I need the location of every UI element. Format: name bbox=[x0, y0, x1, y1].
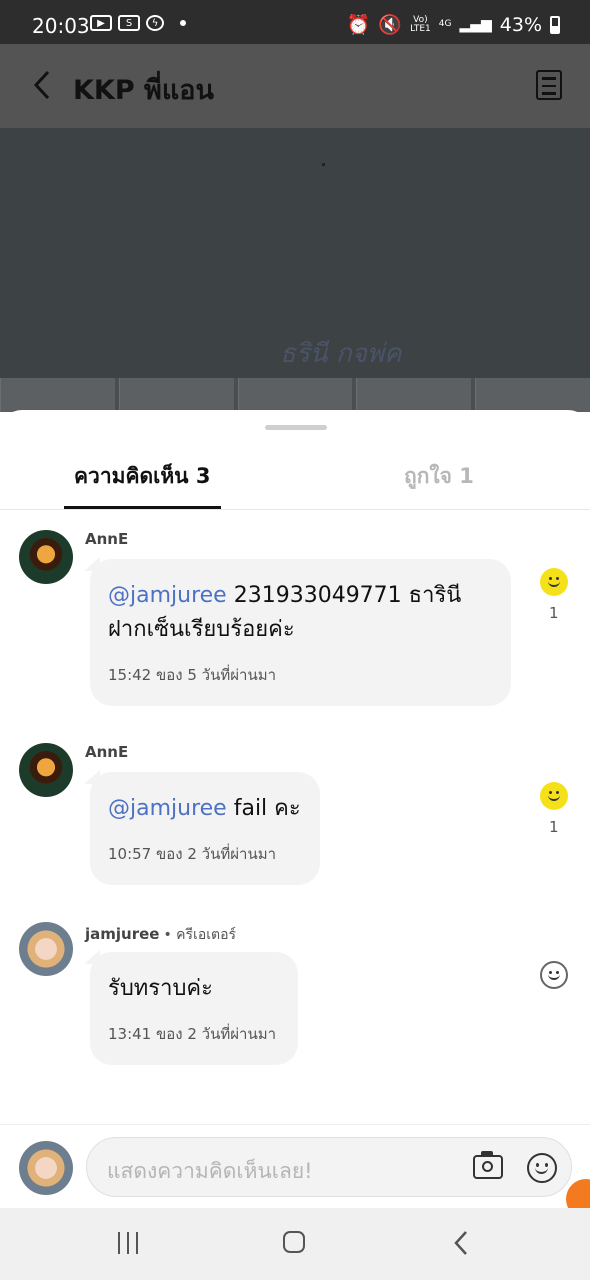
comment-bubble[interactable]: @jamjuree 231933049771 ธารินี ฝากเซ็นเรี… bbox=[84, 557, 511, 706]
thumbnail[interactable] bbox=[356, 378, 472, 412]
emoji-icon[interactable] bbox=[527, 1153, 557, 1183]
comment-author[interactable]: AnnE bbox=[85, 743, 128, 761]
signal-icon: ▂▄▆ bbox=[459, 16, 492, 33]
alarm-icon: ⏰ bbox=[346, 14, 371, 36]
page-title: KKP พี่แอน bbox=[73, 75, 214, 106]
more-notifications-icon bbox=[180, 20, 186, 26]
system-nav-bar bbox=[0, 1208, 590, 1280]
comment-timestamp: 15:42 ของ 5 วันที่ผ่านมา bbox=[108, 666, 277, 684]
comment-text: รับทราบค่ะ bbox=[108, 976, 213, 1001]
tab-comments[interactable]: ความคิดเห็น 3 bbox=[74, 460, 210, 493]
avatar[interactable] bbox=[19, 922, 73, 976]
thumbnail[interactable] bbox=[118, 378, 234, 412]
comment-author[interactable]: AnnE bbox=[85, 530, 128, 548]
comment-timestamp: 13:41 ของ 2 วันที่ผ่านมา bbox=[108, 1025, 277, 1043]
post-image[interactable]: ธรินี กจพ่ค bbox=[0, 128, 590, 378]
notification-icons: ▶ S ϟ bbox=[90, 15, 186, 31]
system-back-button[interactable] bbox=[452, 1230, 470, 1256]
thumbnail[interactable] bbox=[237, 378, 353, 412]
smiley-reaction-icon[interactable] bbox=[540, 568, 568, 596]
tab-likes[interactable]: ถูกใจ 1 bbox=[404, 460, 474, 493]
avatar bbox=[19, 1141, 73, 1195]
smiley-reaction-icon[interactable] bbox=[540, 782, 568, 810]
thumbnail[interactable] bbox=[0, 378, 115, 412]
comment-bubble[interactable]: รับทราบค่ะ 13:41 ของ 2 วันที่ผ่านมา bbox=[84, 950, 298, 1065]
status-bar: 20:03 ▶ S ϟ ⏰ 🔇 Vo) LTE1 4G ▂▄▆ 43% bbox=[0, 0, 590, 44]
handwritten-signature: ธรินี กจพ่ค bbox=[280, 339, 402, 369]
comment-bubble[interactable]: @jamjuree fail คะ 10:57 ของ 2 วันที่ผ่าน… bbox=[84, 770, 320, 885]
mute-icon: 🔇 bbox=[378, 14, 403, 36]
smiley-reaction-icon[interactable] bbox=[540, 961, 568, 989]
image-thumbnails[interactable] bbox=[0, 378, 590, 412]
recent-apps-button[interactable] bbox=[118, 1232, 138, 1254]
divider bbox=[0, 509, 590, 510]
chevron-left-icon bbox=[33, 70, 50, 100]
comment-text: @jamjuree fail คะ bbox=[108, 796, 301, 821]
avatar[interactable] bbox=[19, 530, 73, 584]
comment-timestamp: 10:57 ของ 2 วันที่ผ่านมา bbox=[108, 845, 277, 863]
document-icon[interactable] bbox=[536, 70, 562, 100]
reaction-count: 1 bbox=[549, 604, 559, 622]
back-button[interactable] bbox=[28, 68, 58, 102]
app-bar: KKP พี่แอน bbox=[0, 44, 590, 128]
creator-badge: • ครีเอเตอร์ bbox=[163, 927, 237, 943]
comment-input-bar: แสดงความคิดเห็นเลย! bbox=[0, 1124, 590, 1219]
battery-icon bbox=[550, 15, 560, 34]
battery-percent: 43% bbox=[499, 13, 542, 36]
comment-input[interactable]: แสดงความคิดเห็นเลย! bbox=[86, 1137, 572, 1197]
messenger-icon: ϟ bbox=[146, 15, 164, 31]
drag-handle[interactable] bbox=[265, 425, 327, 430]
camera-icon[interactable] bbox=[473, 1151, 503, 1179]
volte-icon: Vo) LTE1 bbox=[410, 14, 431, 34]
status-time: 20:03 bbox=[32, 14, 90, 38]
avatar[interactable] bbox=[19, 743, 73, 797]
youtube-icon: ▶ bbox=[90, 15, 112, 31]
status-right: ⏰ 🔇 Vo) LTE1 4G ▂▄▆ 43% bbox=[347, 13, 560, 36]
comment-author[interactable]: jamjuree • ครีเอเตอร์ bbox=[85, 924, 236, 946]
comment-text: @jamjuree 231933049771 ธารินี ฝากเซ็นเรี… bbox=[108, 583, 462, 642]
s-app-icon: S bbox=[118, 15, 140, 31]
comment-placeholder: แสดงความคิดเห็นเลย! bbox=[107, 1159, 313, 1183]
mention-link[interactable]: @jamjuree bbox=[108, 796, 227, 821]
mention-link[interactable]: @jamjuree bbox=[108, 583, 227, 608]
network-4g-icon: 4G bbox=[438, 19, 452, 29]
reaction-count: 1 bbox=[549, 818, 559, 836]
home-button[interactable] bbox=[283, 1231, 305, 1253]
thumbnail[interactable] bbox=[475, 378, 590, 412]
